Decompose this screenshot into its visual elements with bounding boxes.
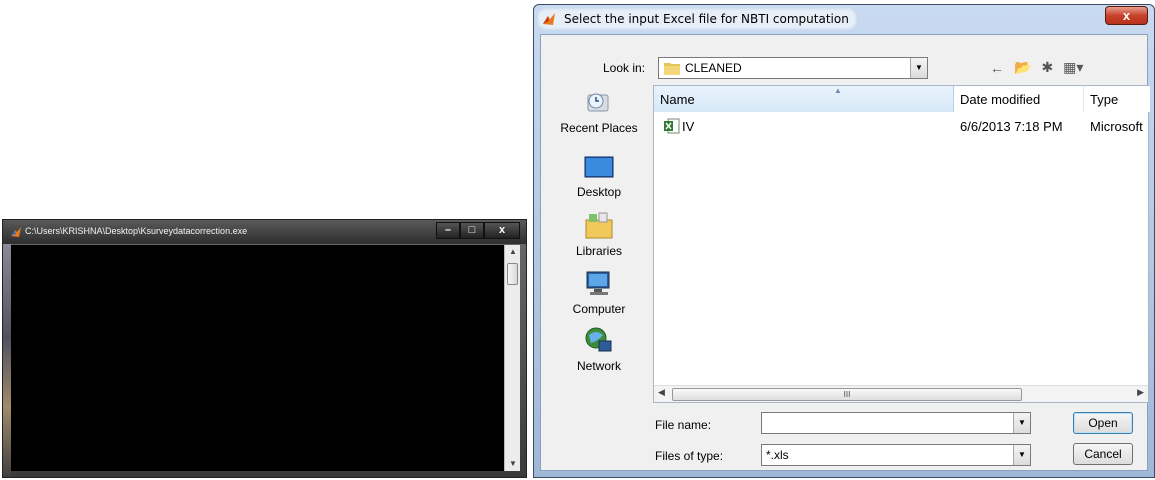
- place-label: Computer: [572, 302, 626, 316]
- look-in-label: Look in:: [603, 61, 646, 75]
- file-list-horizontal-scrollbar[interactable]: ◀ III ▶: [654, 385, 1148, 402]
- file-type: Microsoft: [1090, 119, 1143, 134]
- console-border: [3, 244, 11, 477]
- console-vertical-scrollbar[interactable]: ▲ ▼: [504, 245, 520, 471]
- file-row[interactable]: IV 6/6/2013 7:18 PM Microsoft: [654, 118, 1148, 138]
- file-name-label: File name:: [655, 418, 712, 432]
- look-in-dropdown[interactable]: CLEANED ▼: [658, 57, 928, 79]
- console-output[interactable]: [11, 245, 504, 471]
- place-desktop[interactable]: Desktop: [549, 151, 649, 199]
- column-header-label: Date modified: [960, 92, 1041, 107]
- column-header-date-modified[interactable]: Date modified: [954, 86, 1084, 112]
- chevron-down-icon[interactable]: ▼: [910, 58, 927, 78]
- network-icon: [585, 327, 612, 352]
- column-header-label: Name: [660, 92, 695, 107]
- file-name-input[interactable]: ▼: [761, 412, 1031, 434]
- file-date-modified: 6/6/2013 7:18 PM: [960, 119, 1063, 134]
- look-in-value: CLEANED: [685, 61, 742, 75]
- maximize-button[interactable]: □: [460, 222, 484, 239]
- column-header-type[interactable]: Type: [1084, 86, 1150, 112]
- dialog-titlebar[interactable]: Select the input Excel file for NBTI com…: [534, 5, 1154, 33]
- file-type-dropdown[interactable]: *.xls ▼: [761, 444, 1031, 466]
- dialog-close-button[interactable]: x: [1105, 6, 1148, 25]
- close-button[interactable]: x: [484, 222, 520, 239]
- console-title: C:\Users\KRISHNA\Desktop\Ksurveydatacorr…: [25, 226, 248, 236]
- places-bar: Recent Places Desktop Libraries Computer…: [549, 85, 649, 388]
- scroll-down-icon[interactable]: ▼: [505, 457, 521, 471]
- new-folder-icon[interactable]: ✱: [1041, 59, 1053, 76]
- place-computer[interactable]: Computer: [549, 268, 649, 316]
- place-libraries[interactable]: Libraries: [549, 210, 649, 258]
- recent-places-icon: [587, 93, 609, 112]
- chevron-down-icon[interactable]: ▼: [1013, 445, 1030, 465]
- console-titlebar[interactable]: C:\Users\KRISHNA\Desktop\Ksurveydatacorr…: [3, 220, 526, 244]
- view-menu-icon[interactable]: ▦▾: [1063, 59, 1083, 76]
- scroll-thumb[interactable]: III: [672, 388, 1022, 401]
- open-button[interactable]: Open: [1073, 412, 1133, 434]
- place-label: Recent Places: [560, 121, 638, 135]
- file-open-dialog: Select the input Excel file for NBTI com…: [533, 4, 1155, 478]
- folder-icon: [664, 63, 680, 75]
- place-recent-places[interactable]: Recent Places: [549, 87, 649, 135]
- navigation-toolbar: ← 📂 ✱ ▦▾: [990, 59, 1083, 76]
- scroll-up-icon[interactable]: ▲: [505, 245, 521, 259]
- matlab-app-icon: [543, 13, 555, 25]
- file-type-label: Files of type:: [655, 449, 724, 463]
- scroll-left-icon[interactable]: ◀: [658, 387, 665, 398]
- back-icon[interactable]: ←: [990, 60, 1004, 76]
- console-window: C:\Users\KRISHNA\Desktop\Ksurveydatacorr…: [2, 219, 527, 478]
- computer-icon: [586, 271, 610, 295]
- chevron-down-icon[interactable]: ▼: [1013, 413, 1030, 433]
- place-label: Libraries: [575, 244, 623, 258]
- excel-file-icon: [664, 118, 680, 134]
- place-network[interactable]: Network: [549, 325, 649, 373]
- libraries-icon: [585, 212, 613, 239]
- cancel-button[interactable]: Cancel: [1073, 443, 1133, 465]
- file-name: IV: [682, 119, 695, 134]
- matlab-app-icon: [11, 227, 21, 237]
- dialog-title: Select the input Excel file for NBTI com…: [564, 12, 849, 26]
- place-label: Network: [576, 359, 621, 373]
- up-folder-icon[interactable]: 📂: [1014, 59, 1031, 76]
- file-type-value: *.xls: [766, 448, 789, 462]
- column-header-name[interactable]: Name ▲: [654, 86, 954, 112]
- scroll-right-icon[interactable]: ▶: [1137, 387, 1144, 398]
- sort-ascending-icon: ▲: [834, 86, 842, 95]
- minimize-button[interactable]: –: [436, 222, 460, 239]
- dialog-body: Look in: CLEANED ▼ ← 📂 ✱ ▦▾ Recent Place…: [540, 34, 1150, 471]
- place-label: Desktop: [576, 185, 622, 199]
- desktop-icon: [584, 156, 614, 178]
- column-header-label: Type: [1090, 92, 1119, 107]
- scroll-thumb[interactable]: [507, 263, 518, 285]
- file-list[interactable]: Name ▲ Date modified Type IV 6/6/2013 7:…: [653, 85, 1150, 403]
